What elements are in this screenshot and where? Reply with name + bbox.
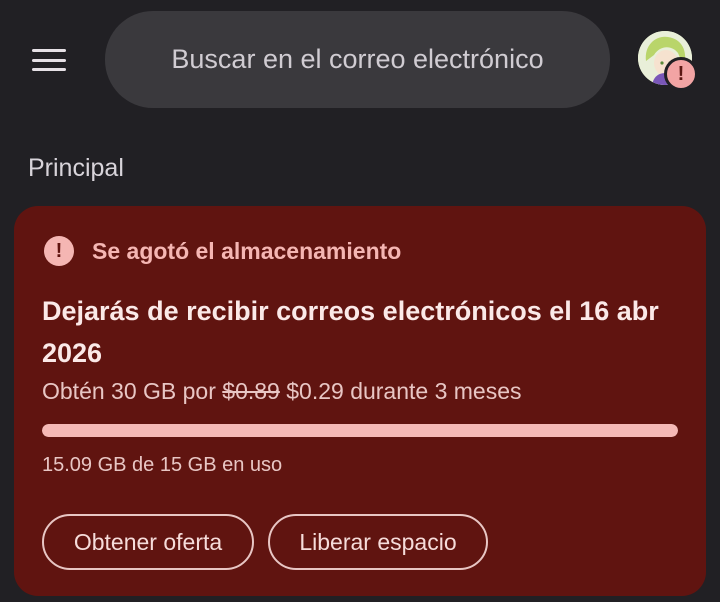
get-offer-button[interactable]: Obtener oferta <box>42 514 254 570</box>
storage-offer-text: Obtén 30 GB por $0.89 $0.29 durante 3 me… <box>42 378 522 405</box>
storage-usage-bar <box>42 424 678 437</box>
offer-new-price: $0.29 <box>286 378 344 404</box>
menu-line <box>32 68 66 71</box>
warning-title: Se agotó el almacenamiento <box>92 237 402 264</box>
offer-suffix: durante 3 meses <box>350 378 522 404</box>
account-avatar-button[interactable]: ! <box>638 31 698 91</box>
search-placeholder: Buscar en el correo electrónico <box>171 44 544 74</box>
hamburger-menu-icon[interactable] <box>26 40 72 80</box>
free-up-space-button[interactable]: Liberar espacio <box>268 514 488 570</box>
storage-usage-fill <box>42 424 678 437</box>
warning-icon: ! <box>44 236 74 266</box>
storage-full-card: ! Se agotó el almacenamiento Dejarás de … <box>14 206 706 596</box>
warning-icon-mark: ! <box>55 239 63 262</box>
account-alert-icon: ! <box>664 57 698 91</box>
section-title: Principal <box>28 154 124 182</box>
offer-old-price: $0.89 <box>222 378 280 404</box>
storage-usage-text: 15.09 GB de 15 GB en uso <box>42 454 283 476</box>
free-up-space-label: Liberar espacio <box>299 528 457 555</box>
warning-row: ! Se agotó el almacenamiento <box>44 236 401 266</box>
top-app-bar: Buscar en el correo electrónico ! <box>0 0 720 120</box>
alert-badge-mark: ! <box>677 62 685 85</box>
menu-line <box>32 49 66 52</box>
search-bar[interactable]: Buscar en el correo electrónico <box>105 11 610 108</box>
get-offer-label: Obtener oferta <box>73 528 223 555</box>
menu-line <box>32 58 66 62</box>
offer-prefix: Obtén 30 GB por <box>42 378 216 404</box>
storage-headline: Dejarás de recibir correos electrónicos … <box>42 296 659 368</box>
